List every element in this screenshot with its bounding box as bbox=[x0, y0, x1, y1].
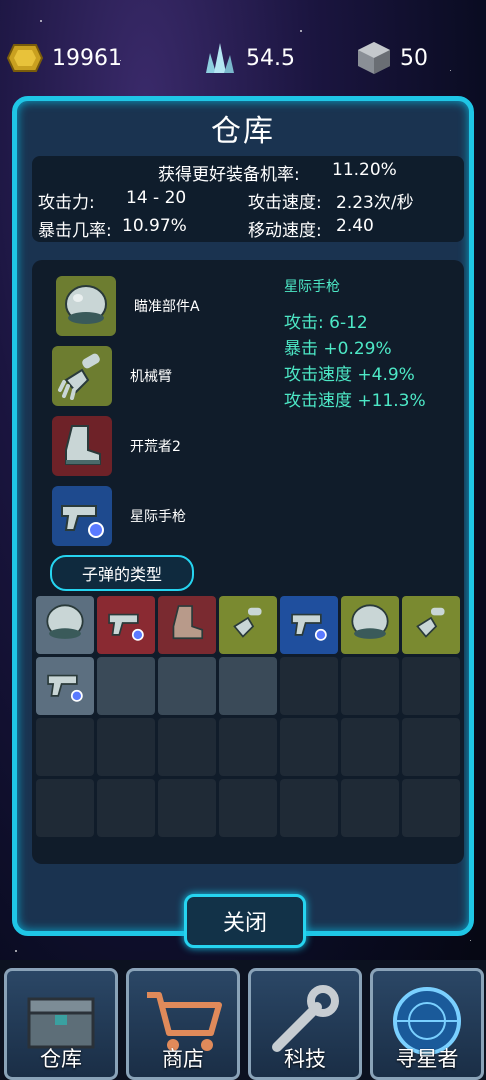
inventory-slot-18[interactable] bbox=[280, 718, 338, 776]
inventory-slot-27[interactable] bbox=[402, 779, 460, 837]
tab-seeker[interactable]: 寻星者 bbox=[370, 968, 484, 1080]
inventory-slot-10[interactable] bbox=[219, 657, 277, 715]
detail-line-crit: 暴击 +0.29% bbox=[284, 339, 392, 359]
bullet-type-button[interactable]: 子弹的类型 bbox=[50, 555, 194, 591]
inventory-slot-13[interactable] bbox=[402, 657, 460, 715]
tab-shop-label: 商店 bbox=[162, 1047, 204, 1071]
inventory-slot-17[interactable] bbox=[219, 718, 277, 776]
metal-resource: 50 bbox=[356, 38, 428, 78]
inventory-slot-9[interactable] bbox=[158, 657, 216, 715]
equip-slot-boot[interactable]: 开荒者2 bbox=[52, 416, 181, 476]
gold-value: 19961 bbox=[52, 45, 122, 71]
tab-seeker-label: 寻星者 bbox=[395, 1047, 459, 1071]
inventory-slot-4[interactable] bbox=[280, 596, 338, 654]
inventory-slot-8[interactable] bbox=[97, 657, 155, 715]
detail-line-attack: 攻击: 6-12 bbox=[284, 313, 368, 333]
inventory-slot-21[interactable] bbox=[36, 779, 94, 837]
move-speed-label: 移动速度: bbox=[248, 221, 322, 241]
boot-icon bbox=[52, 416, 112, 476]
equip-slot-arm[interactable]: 机械臂 bbox=[52, 346, 172, 406]
helmet-icon bbox=[42, 601, 88, 649]
inventory-slot-1[interactable] bbox=[97, 596, 155, 654]
window-title: 仓库 bbox=[211, 114, 275, 149]
detail-title: 星际手枪 bbox=[284, 279, 340, 295]
crystal-resource: 54.5 bbox=[200, 38, 295, 78]
inventory-slot-15[interactable] bbox=[97, 718, 155, 776]
equipment-panel: 瞄准部件A 机械臂 开荒者2 星际手枪 星际手枪 攻击: 6-12 暴击 +0.… bbox=[32, 260, 464, 864]
detail-line-speed2: 攻击速度 +11.3% bbox=[284, 391, 426, 411]
helmet-icon bbox=[56, 276, 116, 336]
pistol-icon bbox=[103, 601, 149, 649]
inventory-slot-22[interactable] bbox=[97, 779, 155, 837]
pistol-icon bbox=[286, 601, 332, 649]
equip-slot-pistol[interactable]: 星际手枪 bbox=[52, 486, 186, 546]
inventory-slot-0[interactable] bbox=[36, 596, 94, 654]
inventory-slot-16[interactable] bbox=[158, 718, 216, 776]
attack-speed-value: 2.23次/秒 bbox=[336, 193, 414, 213]
robot-arm-icon bbox=[225, 601, 271, 649]
attack-value: 14 - 20 bbox=[126, 188, 187, 208]
inventory-slot-5[interactable] bbox=[341, 596, 399, 654]
gold-resource: 19961 bbox=[6, 38, 122, 78]
equip-name-boot: 开荒者2 bbox=[130, 439, 181, 455]
move-speed-value: 2.40 bbox=[336, 216, 374, 236]
crit-label: 暴击几率: bbox=[38, 221, 112, 241]
helmet-icon bbox=[347, 601, 393, 649]
inventory-slot-2[interactable] bbox=[158, 596, 216, 654]
close-button[interactable]: 关闭 bbox=[184, 894, 306, 948]
inventory-slot-3[interactable] bbox=[219, 596, 277, 654]
robot-arm-icon bbox=[408, 601, 454, 649]
tab-tech[interactable]: 科技 bbox=[248, 968, 362, 1080]
inventory-slot-7[interactable] bbox=[36, 657, 94, 715]
inventory-slot-14[interactable] bbox=[36, 718, 94, 776]
inventory-slot-23[interactable] bbox=[158, 779, 216, 837]
equip-name-aim: 瞄准部件A bbox=[134, 299, 200, 315]
inventory-slot-19[interactable] bbox=[341, 718, 399, 776]
crystal-icon bbox=[206, 43, 234, 73]
tab-shop[interactable]: 商店 bbox=[126, 968, 240, 1080]
tab-tech-label: 科技 bbox=[284, 1047, 326, 1071]
warehouse-window: 仓库 获得更好装备机率: 11.20% 攻击力: 14 - 20 攻击速度: 2… bbox=[12, 96, 474, 948]
inventory-slot-12[interactable] bbox=[341, 657, 399, 715]
tab-warehouse[interactable]: 仓库 bbox=[4, 968, 118, 1080]
inventory-slot-25[interactable] bbox=[280, 779, 338, 837]
bottom-nav: 仓库 商店 科技 寻星者 bbox=[0, 960, 486, 1080]
tab-warehouse-label: 仓库 bbox=[40, 1047, 82, 1071]
gold-icon bbox=[6, 44, 44, 72]
boot-icon bbox=[164, 601, 210, 649]
equip-slot-aim[interactable]: 瞄准部件A bbox=[56, 276, 200, 336]
robot-arm-icon bbox=[52, 346, 112, 406]
inventory-slot-6[interactable] bbox=[402, 596, 460, 654]
crit-value: 10.97% bbox=[122, 216, 187, 236]
detail-line-speed1: 攻击速度 +4.9% bbox=[284, 365, 415, 385]
equip-name-pistol: 星际手枪 bbox=[130, 509, 186, 525]
crystal-value: 54.5 bbox=[246, 45, 295, 71]
attack-speed-label: 攻击速度: bbox=[248, 193, 322, 213]
inventory-slot-24[interactable] bbox=[219, 779, 277, 837]
inventory-slot-11[interactable] bbox=[280, 657, 338, 715]
equip-name-arm: 机械臂 bbox=[130, 369, 172, 385]
attack-label: 攻击力: bbox=[38, 193, 95, 213]
metal-icon bbox=[358, 42, 390, 74]
better-rate-label: 获得更好装备机率: bbox=[158, 165, 300, 185]
inventory-slot-20[interactable] bbox=[402, 718, 460, 776]
inventory-grid bbox=[36, 596, 460, 837]
better-rate-value: 11.20% bbox=[332, 160, 397, 180]
inventory-slot-26[interactable] bbox=[341, 779, 399, 837]
pistol-icon bbox=[52, 486, 112, 546]
metal-value: 50 bbox=[400, 45, 428, 71]
stats-panel: 获得更好装备机率: 11.20% 攻击力: 14 - 20 攻击速度: 2.23… bbox=[32, 156, 464, 242]
pistol-icon bbox=[42, 662, 88, 710]
